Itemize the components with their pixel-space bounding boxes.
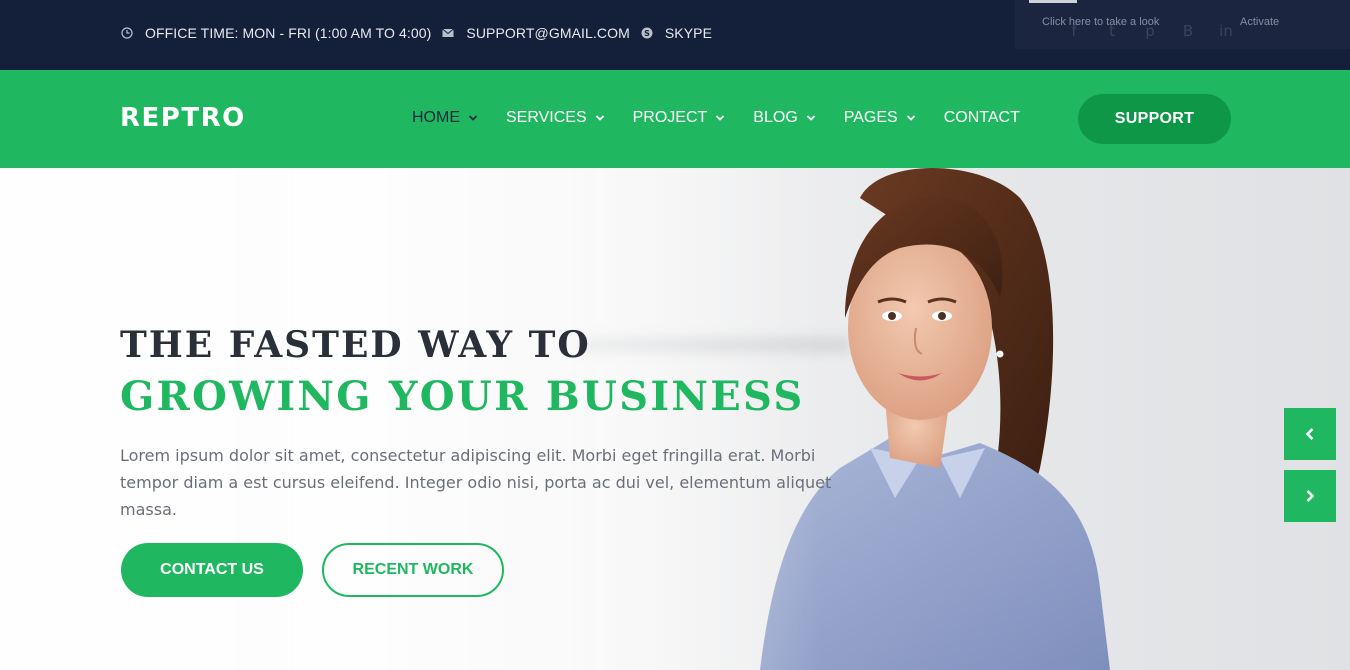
behance-icon[interactable]: B: [1179, 22, 1197, 40]
nav-item-label: PROJECT: [632, 109, 708, 126]
skype-text: SKYPE: [664, 25, 713, 41]
recent-work-button[interactable]: RECENT WORK: [322, 543, 504, 597]
nav-item-pages[interactable]: PAGES: [844, 109, 916, 127]
linkedin-icon[interactable]: in: [1217, 22, 1235, 40]
site-logo[interactable]: REPTRO: [120, 103, 246, 133]
promo-indicator: [1029, 0, 1077, 3]
chevron-down-icon: [595, 113, 605, 123]
top-bar: OFFICE TIME: MON - FRI (1:00 AM TO 4:00)…: [0, 0, 1350, 70]
email-link[interactable]: SUPPORT@GMAIL.COM: [441, 25, 630, 41]
main-navbar: REPTRO HOME SERVICES PROJECT BLOG PAGES …: [0, 70, 1350, 168]
hero-slider: THE FASTED WAY TO GROWING YOUR BUSINESS …: [0, 168, 1350, 670]
envelope-icon: [441, 26, 455, 40]
chevron-down-icon: [906, 113, 916, 123]
skype-icon: S: [640, 26, 654, 40]
nav-item-label: SERVICES: [506, 109, 587, 126]
slider-next-button[interactable]: [1284, 470, 1336, 522]
hero-title: GROWING YOUR BUSINESS: [120, 373, 805, 420]
nav-item-label: CONTACT: [943, 109, 1020, 126]
contact-info: OFFICE TIME: MON - FRI (1:00 AM TO 4:00)…: [120, 25, 722, 41]
nav-item-label: PAGES: [843, 109, 898, 126]
chevron-down-icon: [715, 113, 725, 123]
theme-promo-bar[interactable]: f t p B in Click here to take a look Act…: [1015, 0, 1350, 49]
contact-us-button[interactable]: CONTACT US: [121, 543, 303, 597]
office-time-text: OFFICE TIME: MON - FRI (1:00 AM TO 4:00): [145, 25, 432, 41]
chevron-left-icon: [1305, 428, 1314, 440]
email-text: SUPPORT@GMAIL.COM: [466, 25, 630, 41]
svg-text:S: S: [644, 29, 650, 38]
nav-item-label: BLOG: [753, 109, 798, 126]
nav-item-contact[interactable]: CONTACT: [944, 109, 1020, 127]
nav-item-label: HOME: [412, 109, 460, 126]
chevron-right-icon: [1306, 490, 1315, 502]
hero-eyebrow: THE FASTED WAY TO: [120, 324, 591, 366]
skype-link[interactable]: S SKYPE: [640, 25, 712, 41]
support-button[interactable]: SUPPORT: [1078, 94, 1231, 144]
slider-prev-button[interactable]: [1284, 408, 1336, 460]
nav-item-home[interactable]: HOME: [412, 109, 478, 127]
promo-text[interactable]: Click here to take a look: [1042, 16, 1159, 28]
nav-item-blog[interactable]: BLOG: [753, 109, 815, 127]
activate-link[interactable]: Activate: [1240, 16, 1279, 28]
nav-item-project[interactable]: PROJECT: [633, 109, 726, 127]
chevron-down-icon: [806, 113, 816, 123]
office-time: OFFICE TIME: MON - FRI (1:00 AM TO 4:00): [120, 25, 431, 41]
nav-menu: HOME SERVICES PROJECT BLOG PAGES CONTACT: [412, 109, 1020, 127]
chevron-down-icon: [468, 113, 478, 123]
clock-icon: [120, 26, 134, 40]
nav-item-services[interactable]: SERVICES: [506, 109, 605, 127]
hero-description: Lorem ipsum dolor sit amet, consectetur …: [120, 446, 832, 519]
